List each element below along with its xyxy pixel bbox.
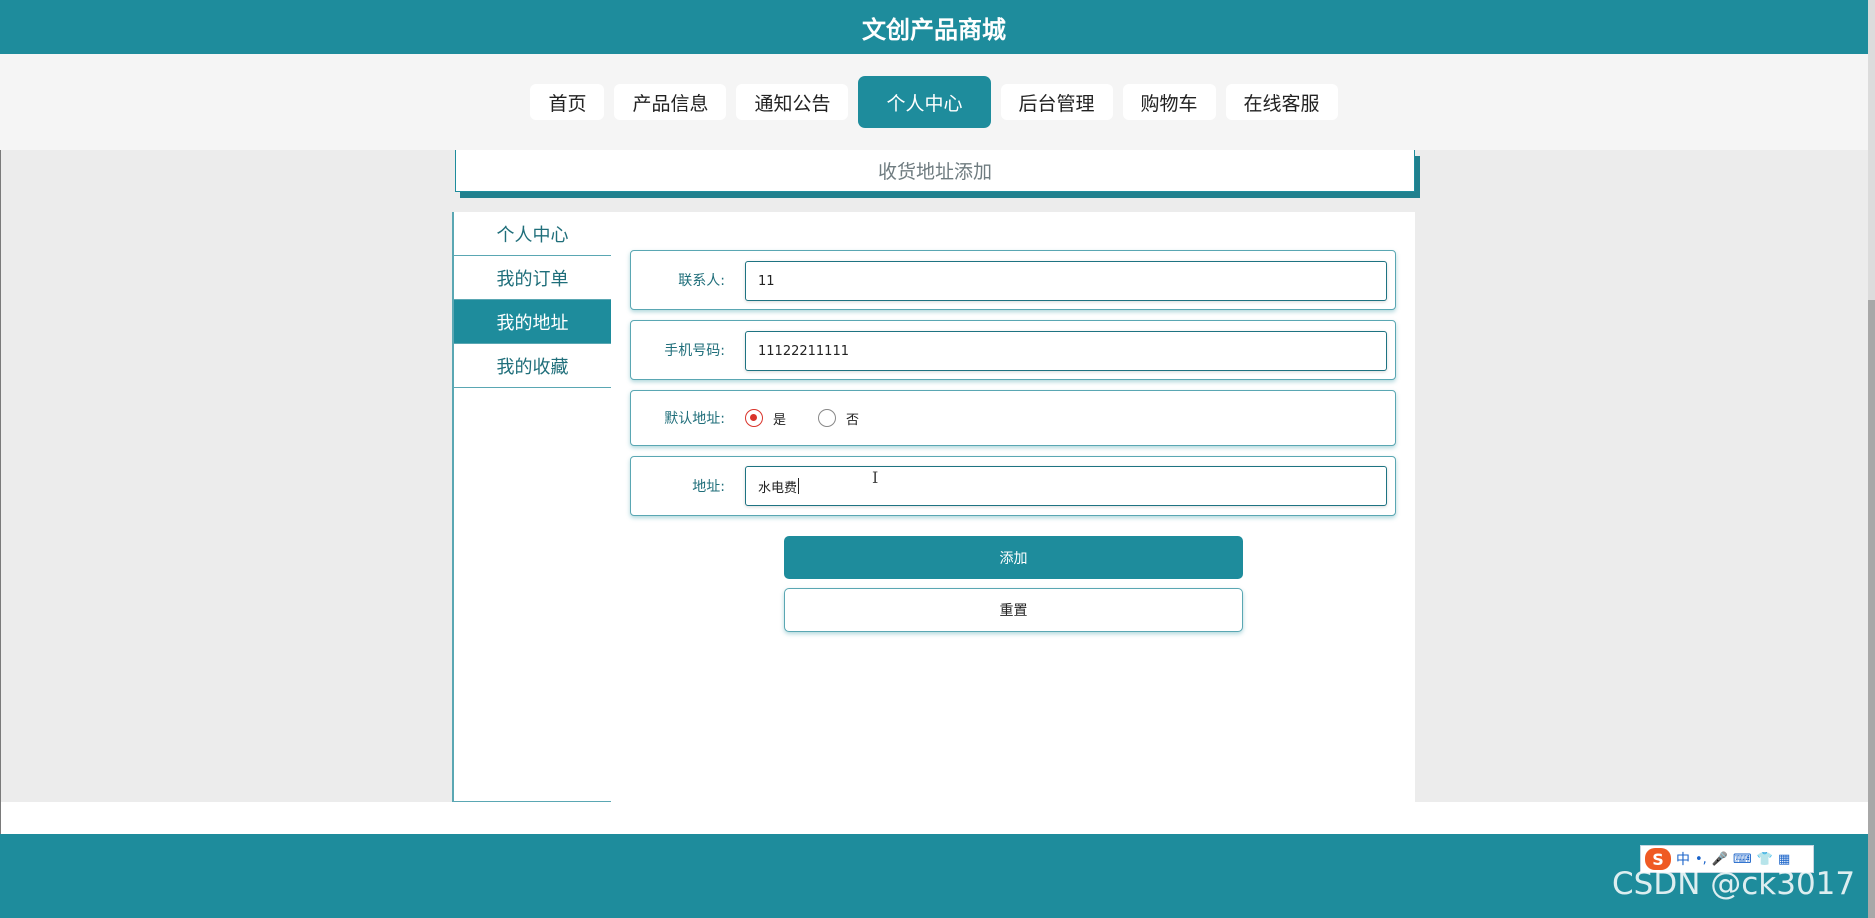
nav-item-products[interactable]: 产品信息 [614, 84, 727, 120]
apps-grid-icon[interactable]: ▦ [1778, 852, 1790, 867]
page-heading: 收货地址添加 [877, 161, 992, 183]
radio-no[interactable] [818, 409, 837, 427]
address-input-value: 水电费 [758, 480, 798, 496]
sidebar-item-my-orders[interactable]: 我的订单 [454, 256, 611, 300]
scrollbar-thumb[interactable] [1868, 300, 1875, 918]
radio-yes-label[interactable]: 是 [773, 409, 786, 428]
watermark: CSDN @ck3017 [1612, 866, 1856, 902]
site-title: 文创产品商城 [862, 15, 1006, 44]
reset-button[interactable]: 重置 [784, 588, 1243, 632]
form-row-default-address: 默认地址: 是 否 [630, 390, 1396, 446]
sidebar-item-my-favorites[interactable]: 我的收藏 [454, 344, 611, 388]
nav-item-customer-service[interactable]: 在线客服 [1225, 84, 1338, 120]
nav-item-home[interactable]: 首页 [530, 84, 605, 120]
form-row-contact: 联系人: 11 [630, 250, 1396, 310]
sidebar-item-my-address[interactable]: 我的地址 [454, 300, 611, 344]
nav-item-cart[interactable]: 购物车 [1122, 84, 1216, 120]
address-input[interactable]: 水电费 [745, 466, 1387, 506]
radio-no-label[interactable]: 否 [846, 409, 859, 428]
microphone-icon[interactable]: 🎤 [1712, 852, 1728, 867]
form-row-phone: 手机号码: 11122211111 [630, 320, 1396, 380]
i-beam-cursor-icon: I [872, 468, 879, 487]
nav-item-personal-center[interactable]: 个人中心 [858, 76, 991, 128]
form-row-address: 地址: 水电费 [630, 456, 1396, 516]
contact-input-value: 11 [758, 273, 775, 289]
add-button[interactable]: 添加 [784, 536, 1243, 579]
contact-label: 联系人: [678, 273, 725, 289]
phone-input[interactable]: 11122211111 [745, 331, 1387, 371]
nav-item-notices[interactable]: 通知公告 [736, 84, 849, 120]
phone-input-value: 11122211111 [758, 343, 849, 359]
address-label: 地址: [692, 479, 725, 495]
page-heading-card: 收货地址添加 [455, 150, 1415, 192]
radio-yes[interactable] [745, 409, 763, 427]
sidebar-menu: 个人中心 我的订单 我的地址 我的收藏 [452, 212, 611, 802]
default-address-label: 默认地址: [664, 411, 725, 427]
main-nav: 首页 产品信息 通知公告 个人中心 后台管理 购物车 在线客服 [0, 54, 1868, 150]
footer [0, 834, 1868, 918]
scrollbar[interactable] [1868, 0, 1875, 918]
punctuation-icon[interactable]: •, [1695, 852, 1707, 867]
nav-item-admin[interactable]: 后台管理 [1000, 84, 1113, 120]
default-address-radio-group: 是 否 [745, 391, 881, 445]
contact-input[interactable]: 11 [745, 261, 1387, 301]
text-caret [798, 478, 800, 494]
keyboard-icon[interactable]: ⌨ [1733, 852, 1752, 867]
sidebar-item-personal-center[interactable]: 个人中心 [454, 212, 611, 256]
site-title-bar: 文创产品商城 [0, 0, 1868, 54]
phone-label: 手机号码: [664, 343, 725, 359]
skin-icon[interactable]: 👕 [1757, 852, 1773, 867]
